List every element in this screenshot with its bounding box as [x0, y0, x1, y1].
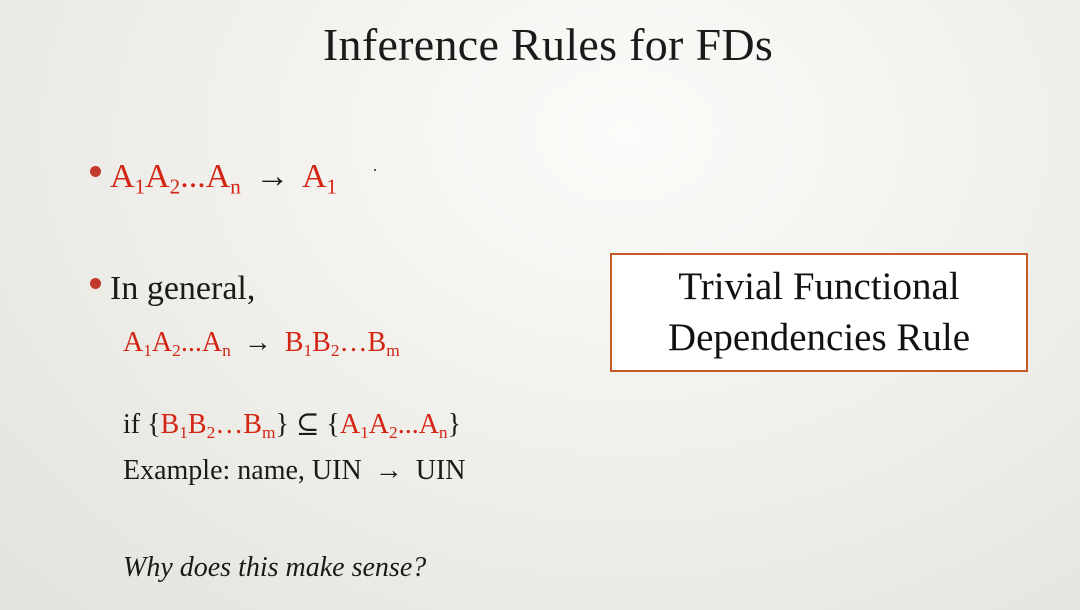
- slide-title: Inference Rules for FDs: [322, 19, 774, 70]
- bullet-dot: [90, 278, 101, 289]
- arrow-icon: →: [374, 455, 403, 486]
- callout-box: Trivial Functional Dependencies Rule: [610, 253, 1028, 372]
- arrow-icon: →: [255, 158, 290, 195]
- set-a: A1A2...An: [339, 409, 448, 443]
- set-b: B1B2…Bm: [160, 409, 276, 443]
- subset-condition: if {B1B2…Bm} ⊆ {A1A2...An}: [123, 409, 462, 443]
- bullet-dot: [90, 166, 101, 177]
- general-rule: A1A2...An → B1B2…Bm: [123, 327, 400, 359]
- fd-rhs: A1: [301, 158, 338, 199]
- bullet-trivial-fd: A1A2...An → A1: [110, 158, 338, 199]
- example-line: Example: name, UIN → UIN: [123, 455, 466, 486]
- callout-line-2: Dependencies Rule: [667, 315, 971, 359]
- rule-lhs: A1A2...An: [123, 327, 231, 361]
- fd-lhs: A1A2...An: [110, 158, 241, 199]
- arrow-icon: →: [243, 327, 272, 358]
- bullet-general: In general,: [110, 270, 256, 307]
- question-text: Why does this make sense?: [123, 552, 427, 583]
- rule-rhs: B1B2…Bm: [284, 327, 400, 361]
- callout-line-1: Trivial Functional: [678, 264, 960, 308]
- speck: [374, 169, 376, 171]
